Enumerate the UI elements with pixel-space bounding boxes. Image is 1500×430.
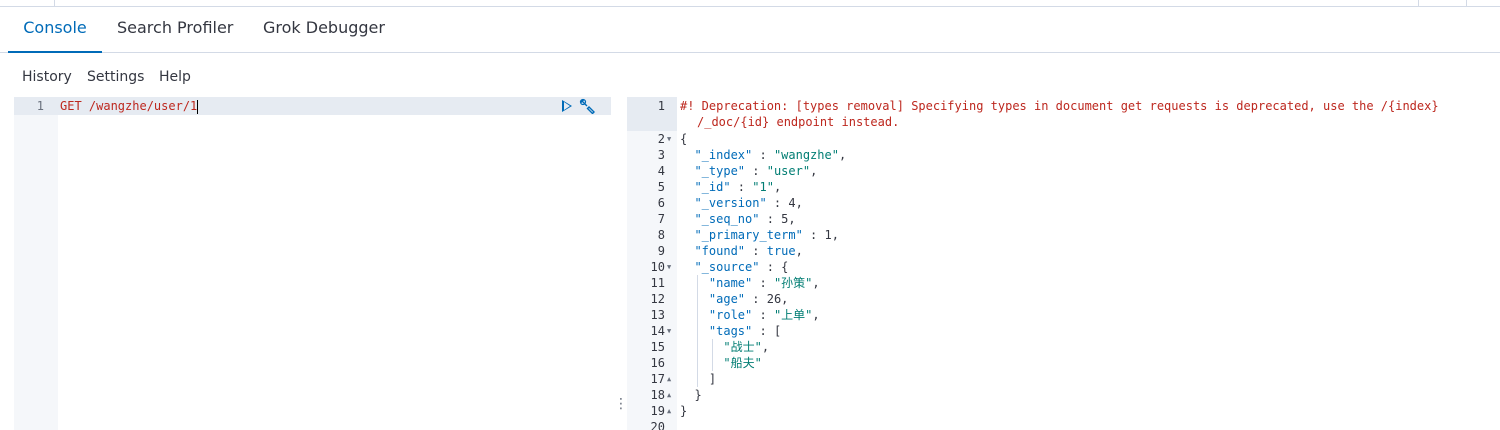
- json-value: 26: [766, 292, 782, 306]
- line-number: 4: [657, 164, 665, 178]
- request-gutter: [14, 97, 58, 430]
- json-entry: "_id" : "1",: [694, 180, 782, 194]
- line-number: 18: [650, 388, 665, 402]
- json-entry: "_source" : {: [694, 260, 789, 274]
- line-number: 1: [36, 99, 44, 113]
- json-value: true: [766, 244, 796, 258]
- fold-toggle-icon[interactable]: ▲: [667, 403, 671, 419]
- json-key: "_id": [694, 180, 731, 194]
- json-brace: }: [680, 388, 702, 402]
- line-number: 1: [657, 99, 665, 113]
- request-text: GET /wangzhe/user/1: [60, 99, 198, 113]
- line-number: 20: [650, 420, 665, 430]
- json-value: 1: [824, 228, 832, 242]
- response-viewer: 1 #! Deprecation: [types removal] Specif…: [627, 97, 1500, 430]
- json-entry: "_index" : "wangzhe",: [694, 148, 847, 162]
- json-value: "孙策": [773, 276, 813, 290]
- json-key: "name": [708, 276, 753, 290]
- indent-guide: [697, 275, 698, 387]
- wrench-icon[interactable]: [579, 98, 597, 114]
- json-value: "user": [766, 164, 811, 178]
- json-entry: "船夫": [680, 355, 762, 371]
- json-key: "_primary_term": [694, 228, 803, 242]
- json-entry: "role" : "上单",: [708, 308, 820, 322]
- fold-toggle-icon[interactable]: ▲: [667, 371, 671, 387]
- deprecation-warning-continued: /_doc/{id} endpoint instead.: [697, 115, 900, 129]
- json-value: 4: [788, 196, 796, 210]
- indent-guide: [712, 339, 713, 371]
- json-entry: "_version" : 4,: [694, 196, 803, 210]
- line-number: 8: [657, 228, 665, 242]
- json-brace: }: [680, 404, 688, 418]
- json-key: "_type": [694, 164, 746, 178]
- line-number: 13: [650, 308, 665, 322]
- line-number: 9: [657, 244, 665, 258]
- send-request-icon[interactable]: [562, 100, 572, 112]
- json-entry: "_type" : "user",: [694, 164, 818, 178]
- json-value: "wangzhe": [773, 148, 839, 162]
- line-number: 3: [657, 148, 665, 162]
- history-link[interactable]: History: [22, 69, 72, 85]
- json-value: "上单": [773, 308, 813, 322]
- line-number: 2: [657, 132, 665, 146]
- json-key: "found": [694, 244, 746, 258]
- json-entry: "_seq_no" : 5,: [694, 212, 796, 226]
- json-brace: {: [680, 132, 688, 146]
- json-value: 5: [781, 212, 789, 226]
- line-number: 12: [650, 292, 665, 306]
- line-number: 17: [650, 372, 665, 386]
- json-entry: "name" : "孙策",: [708, 276, 820, 290]
- json-value: "船夫": [723, 356, 762, 370]
- json-key: "_version": [694, 196, 767, 210]
- settings-link[interactable]: Settings: [87, 69, 144, 85]
- json-entry: "_primary_term" : 1,: [694, 228, 839, 242]
- line-number: 19: [650, 404, 665, 418]
- line-number: 10: [650, 260, 665, 274]
- json-key: "role": [708, 308, 753, 322]
- json-key: "_seq_no": [694, 212, 760, 226]
- json-value: "战士": [723, 340, 762, 354]
- request-editor[interactable]: 1 GET /wangzhe/user/1: [14, 97, 611, 430]
- json-key: "age": [708, 292, 746, 306]
- json-key: "_index": [694, 148, 753, 162]
- json-bracket: ]: [680, 372, 717, 386]
- request-line[interactable]: GET /wangzhe/user/1: [60, 97, 199, 115]
- pane-resizer-handle[interactable]: ⋮: [614, 394, 628, 414]
- deprecation-warning: #! Deprecation: [types removal] Specifyi…: [680, 99, 1439, 113]
- json-entry: "战士",: [723, 340, 770, 354]
- json-entry: "found" : true,: [694, 244, 803, 258]
- json-key: "_source": [694, 260, 760, 274]
- dev-tools-tabs: Console Search Profiler Grok Debugger: [0, 6, 1500, 53]
- fold-toggle-icon[interactable]: ▼: [667, 259, 671, 275]
- line-number: 14: [650, 324, 665, 338]
- line-number: 16: [650, 356, 665, 370]
- tab-search-profiler[interactable]: Search Profiler: [117, 6, 233, 52]
- tab-console[interactable]: Console: [8, 6, 102, 53]
- fold-toggle-icon[interactable]: ▼: [667, 323, 671, 339]
- line-number: 5: [657, 180, 665, 194]
- line-number: 11: [650, 276, 665, 290]
- fold-toggle-icon[interactable]: ▲: [667, 387, 671, 403]
- json-key: "tags": [708, 324, 753, 338]
- json-entry: "tags" : [: [708, 324, 782, 338]
- tab-grok-debugger[interactable]: Grok Debugger: [263, 6, 385, 52]
- help-link[interactable]: Help: [159, 69, 191, 85]
- json-value: "1": [752, 180, 774, 194]
- line-number: 6: [657, 196, 665, 210]
- text-cursor: [197, 99, 199, 114]
- line-number: 15: [650, 340, 665, 354]
- line-number: 7: [657, 212, 665, 226]
- fold-toggle-icon[interactable]: ▼: [667, 131, 671, 147]
